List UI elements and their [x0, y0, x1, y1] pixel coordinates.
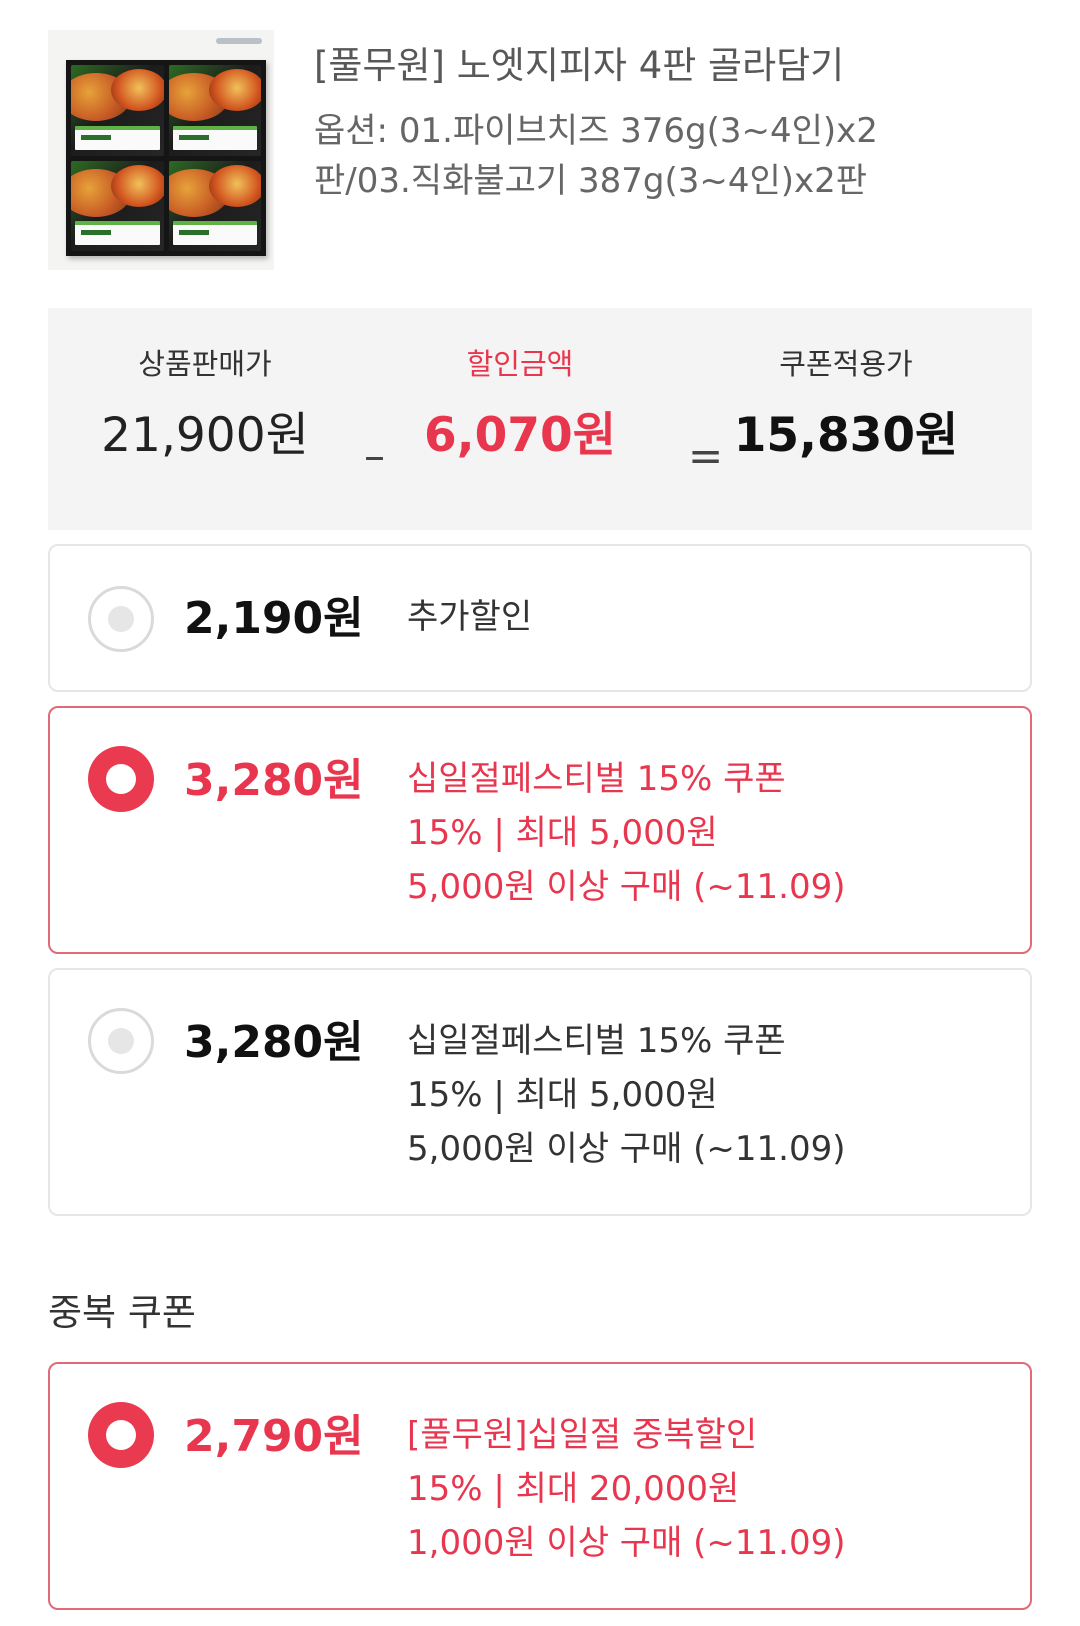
discount-label: 할인금액	[466, 347, 574, 381]
final-price-block: 쿠폰적용가 15,830원	[716, 344, 976, 466]
radio-button[interactable]	[88, 1008, 154, 1074]
coupon-amount: 2,790원	[184, 1411, 364, 1462]
radio-button-selected[interactable]	[88, 746, 154, 812]
coupon-option[interactable]: 3,280원 십일절페스티벌 15% 쿠폰 15% | 최대 5,000원 5,…	[48, 706, 1032, 954]
coupon-amount: 2,190원	[184, 593, 364, 644]
brand-logo	[216, 38, 262, 44]
pizza-pack	[168, 65, 261, 156]
minus-symbol: –	[364, 431, 385, 480]
coupon-option[interactable]: 2,190원 추가할인	[48, 544, 1032, 692]
coupon-condition: 5,000원 이상 구매 (~11.09)	[407, 867, 846, 907]
coupon-name: [풀무원]십일절 중복할인	[407, 1415, 758, 1455]
radio-button-selected[interactable]	[88, 1402, 154, 1468]
coupon-page: [풀무원] 노엣지피자 4판 골라담기 옵션: 01.파이브치즈 376g(3~…	[0, 0, 1080, 1626]
sale-price-block: 상품판매가 21,900원	[75, 344, 335, 466]
duplicate-coupon-heading: 중복 쿠폰	[48, 1291, 196, 1334]
pizza-pack	[168, 160, 261, 251]
coupon-amount: 3,280원	[184, 755, 364, 806]
coupon-condition: 1,000원 이상 구매 (~11.09)	[407, 1523, 846, 1563]
coupon-name: 추가할인	[407, 597, 533, 637]
product-header: [풀무원] 노엣지피자 4판 골라담기 옵션: 01.파이브치즈 376g(3~…	[48, 30, 1032, 270]
duplicate-coupon-option[interactable]: 2,790원 [풀무원]십일절 중복할인 15% | 최대 20,000원 1,…	[48, 1362, 1032, 1610]
sale-price-value: 21,900원	[101, 408, 309, 463]
coupon-rate: 15% | 최대 5,000원	[407, 1075, 718, 1115]
discount-block: 할인금액 6,070원	[390, 344, 650, 466]
final-price-value: 15,830원	[733, 408, 959, 463]
pizza-pack	[71, 160, 164, 251]
pizza-product-image	[48, 30, 274, 270]
coupon-amount: 3,280원	[184, 1017, 364, 1068]
coupon-rate: 15% | 최대 20,000원	[407, 1469, 740, 1509]
coupon-name: 십일절페스티벌 15% 쿠폰	[407, 759, 786, 799]
product-option: 옵션: 01.파이브치즈 376g(3~4인)x2판/03.직화불고기 387g…	[314, 111, 878, 201]
price-summary: 상품판매가 21,900원 – 할인금액 6,070원 = 쿠폰적용가 15,8…	[48, 308, 1032, 530]
pizza-pack	[71, 65, 164, 156]
coupon-rate: 15% | 최대 5,000원	[407, 813, 718, 853]
pizza-pack-grid	[66, 60, 266, 256]
product-title: [풀무원] 노엣지피자 4판 골라담기	[314, 44, 845, 87]
radio-button[interactable]	[88, 586, 154, 652]
final-price-label: 쿠폰적용가	[779, 347, 913, 381]
sale-price-label: 상품판매가	[138, 347, 272, 381]
coupon-name: 십일절페스티벌 15% 쿠폰	[407, 1021, 786, 1061]
coupon-option[interactable]: 3,280원 십일절페스티벌 15% 쿠폰 15% | 최대 5,000원 5,…	[48, 968, 1032, 1216]
discount-value: 6,070원	[424, 408, 616, 463]
coupon-condition: 5,000원 이상 구매 (~11.09)	[407, 1129, 846, 1169]
